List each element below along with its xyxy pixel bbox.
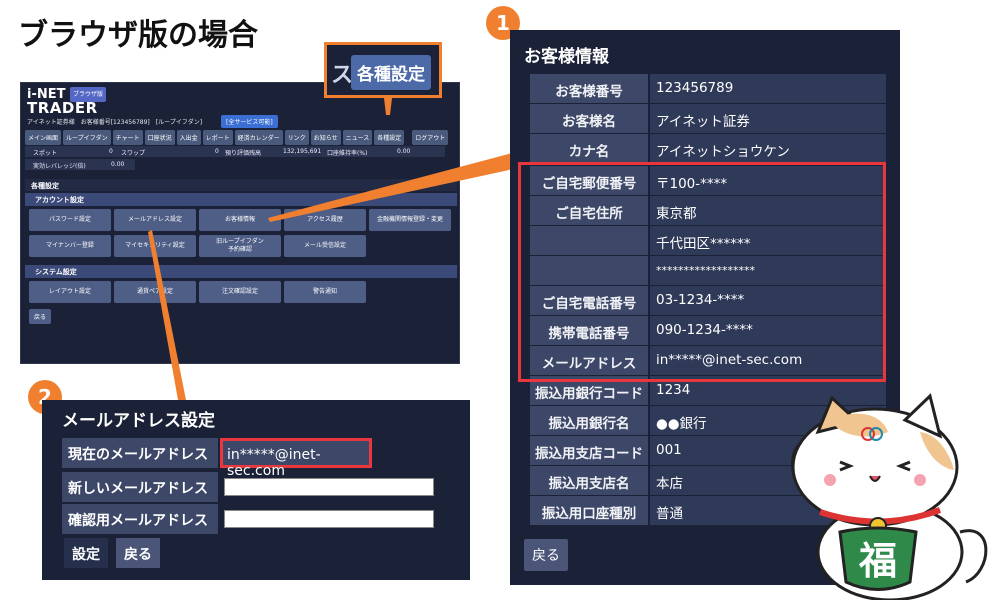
customer-row: お客様番号 123456789 (530, 74, 886, 104)
customer-panel-title: お客様情報 (524, 47, 609, 67)
customer-row: カナ名 アイネットショウケン (530, 134, 886, 164)
settings-menu-button[interactable]: 各種設定 (351, 55, 431, 90)
new-email-label: 新しいメールアドレス (62, 472, 218, 502)
current-email-row: 現在のメールアドレス in*****@inet-sec.com (62, 438, 462, 479)
row-label: お客様名 (530, 104, 648, 133)
customer-row: お客様名 アイネット証券 (530, 104, 886, 134)
email-panel-title: メールアドレス設定 (62, 411, 215, 431)
new-email-row: 新しいメールアドレス (62, 472, 462, 504)
customer-back-button[interactable]: 戻る (524, 539, 568, 571)
settings-zoom-callout: ス 各種設定 (324, 42, 442, 98)
current-email-label: 現在のメールアドレス (62, 438, 218, 468)
arrow-to-customer-panel (268, 152, 518, 222)
row-label: お客様番号 (530, 74, 648, 103)
set-button[interactable]: 設定 (64, 538, 108, 568)
arrow-to-email-panel (148, 230, 186, 400)
email-settings-panel: メールアドレス設定 現在のメールアドレス in*****@inet-sec.co… (42, 400, 470, 580)
current-email-value: in*****@inet-sec.com (220, 438, 372, 479)
email-back-button[interactable]: 戻る (116, 538, 160, 568)
row-label: 振込用銀行名 (530, 406, 648, 435)
bib-character: 福 (858, 539, 897, 583)
row-value: アイネット証券 (650, 104, 886, 133)
row-value: 123456789 (650, 74, 886, 103)
lucky-cat-mascot: 福 (791, 393, 988, 600)
arrow-to-settings-menu (384, 98, 392, 115)
row-label: 振込用支店名 (530, 466, 648, 495)
contact-info-highlight (518, 162, 886, 382)
row-label: カナ名 (530, 134, 648, 163)
row-value: アイネットショウケン (650, 134, 886, 163)
new-email-input[interactable] (224, 478, 434, 496)
row-label: 振込用口座種別 (530, 496, 648, 525)
confirm-email-label: 確認用メールアドレス (62, 504, 218, 534)
confirm-email-row: 確認用メールアドレス (62, 504, 462, 536)
row-label: 振込用支店コード (530, 436, 648, 465)
confirm-email-input[interactable] (224, 510, 434, 528)
